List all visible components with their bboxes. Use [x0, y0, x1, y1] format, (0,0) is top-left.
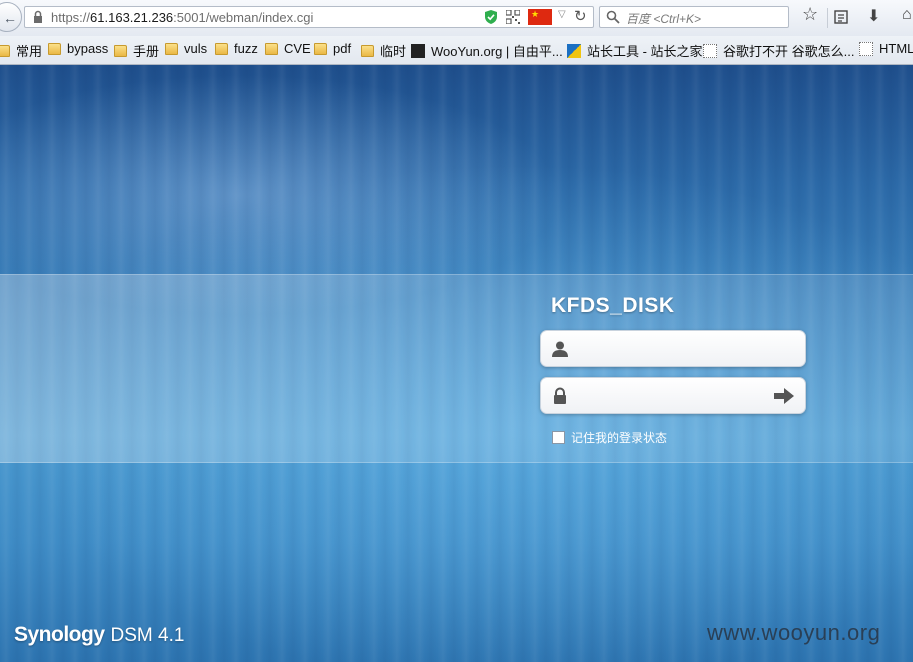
bookmark-label: WooYun.org | 自由平... [431, 44, 563, 59]
bookmark-linshi[interactable]: 临时 [361, 41, 406, 60]
bookmark-label: bypass [67, 41, 109, 56]
bookmark-label: 手册 [133, 44, 160, 59]
bookmark-wooyun[interactable]: WooYun.org | 自由平... [411, 41, 563, 60]
synology-dsm-logo: Synology DSM 4.1 [14, 623, 184, 647]
wooyun-icon [411, 43, 425, 58]
password-input[interactable] [577, 384, 769, 408]
wooyun-watermark: www.wooyun.org [707, 620, 881, 645]
server-hostname: KFDS_DISK [551, 294, 675, 317]
bookmark-vuls[interactable]: vuls [165, 41, 207, 56]
bookmarks-bar: 常用 bypass 手册 vuls fuzz CVE pdf 临时 WooYun… [0, 36, 913, 65]
page-icon [703, 43, 717, 58]
remember-me-checkbox[interactable] [552, 431, 565, 444]
url-bar[interactable]: https://61.163.21.236:5001/webman/index.… [24, 6, 594, 28]
search-icon [606, 10, 620, 24]
bookmark-fuzz[interactable]: fuzz [215, 41, 258, 56]
bookmark-shouce[interactable]: 手册 [114, 41, 159, 60]
folder-icon [48, 42, 61, 55]
folder-icon [165, 42, 178, 55]
bookmark-changyong[interactable]: 常用 [0, 41, 42, 60]
china-flag-icon[interactable]: ★ [528, 9, 552, 25]
star-bookmark-icon[interactable]: ☆ [802, 4, 818, 25]
dsm-login-page: KFDS_DISK 记住我的登录状态 Synology DSM 4.1 www.w… [0, 65, 913, 662]
browser-navbar: ← https://61.163.21.236:5001/webman/inde… [0, 0, 913, 36]
page-icon [859, 41, 873, 56]
login-band [0, 274, 913, 463]
synology-logo: Synology [14, 623, 105, 646]
chinaz-icon [567, 43, 581, 58]
bookmark-cve[interactable]: CVE [265, 41, 311, 56]
bookmark-label: pdf [333, 41, 352, 56]
url-prefix: https:// [51, 10, 91, 25]
bookmark-label: 常用 [16, 44, 43, 59]
dsm-version: DSM 4.1 [110, 625, 185, 646]
remember-me[interactable]: 记住我的登录状态 [552, 429, 667, 446]
qr-code-icon[interactable] [506, 10, 520, 24]
url-text[interactable]: https://61.163.21.236:5001/webman/index.… [51, 10, 313, 25]
bookmark-label: fuzz [234, 41, 258, 56]
folder-icon [314, 42, 327, 55]
bookmark-html[interactable]: HTML [859, 41, 913, 56]
search-bar[interactable]: 百度 <Ctrl+K> [599, 6, 789, 28]
remember-me-label[interactable]: 记住我的登录状态 [571, 429, 667, 446]
padlock-icon [554, 387, 566, 404]
folder-icon [114, 44, 127, 57]
folder-icon [265, 42, 278, 55]
password-field[interactable] [540, 377, 806, 414]
bookmark-bypass[interactable]: bypass [48, 41, 108, 56]
bookmark-google-tips[interactable]: 谷歌打不开 谷歌怎么... [703, 41, 854, 60]
bookmark-chinaz[interactable]: 站长工具 - 站长之家 [567, 41, 703, 60]
bookmark-label: 站长工具 - 站长之家 [587, 44, 703, 59]
home-icon[interactable]: ⌂ [902, 6, 912, 24]
url-dropdown-icon[interactable]: ▽ [558, 9, 566, 20]
reload-icon[interactable]: ↻ [574, 7, 587, 25]
back-button[interactable]: ← [0, 2, 22, 32]
lock-icon [34, 10, 42, 23]
download-icon[interactable]: ⬇ [867, 6, 880, 26]
bookmark-label: 谷歌打不开 谷歌怎么... [723, 44, 855, 59]
user-icon [552, 341, 568, 357]
url-path: :5001/webman/index.cgi [173, 10, 314, 25]
folder-icon [361, 44, 374, 57]
reading-list-icon[interactable] [833, 9, 849, 25]
bookmark-pdf[interactable]: pdf [314, 41, 351, 56]
bookmark-label: 临时 [380, 44, 407, 59]
shield-icon[interactable] [483, 9, 499, 25]
bookmark-label: HTML [879, 41, 913, 56]
username-input[interactable] [577, 337, 769, 361]
bookmark-label: CVE [284, 41, 311, 56]
login-arrow-icon[interactable] [773, 387, 795, 405]
folder-icon [215, 42, 228, 55]
bookmark-label: vuls [184, 41, 208, 56]
toolbar-separator [827, 8, 828, 28]
folder-icon [0, 44, 10, 57]
username-field[interactable] [540, 330, 806, 367]
url-host: 61.163.21.236 [90, 10, 174, 25]
search-placeholder: 百度 <Ctrl+K> [626, 12, 702, 26]
